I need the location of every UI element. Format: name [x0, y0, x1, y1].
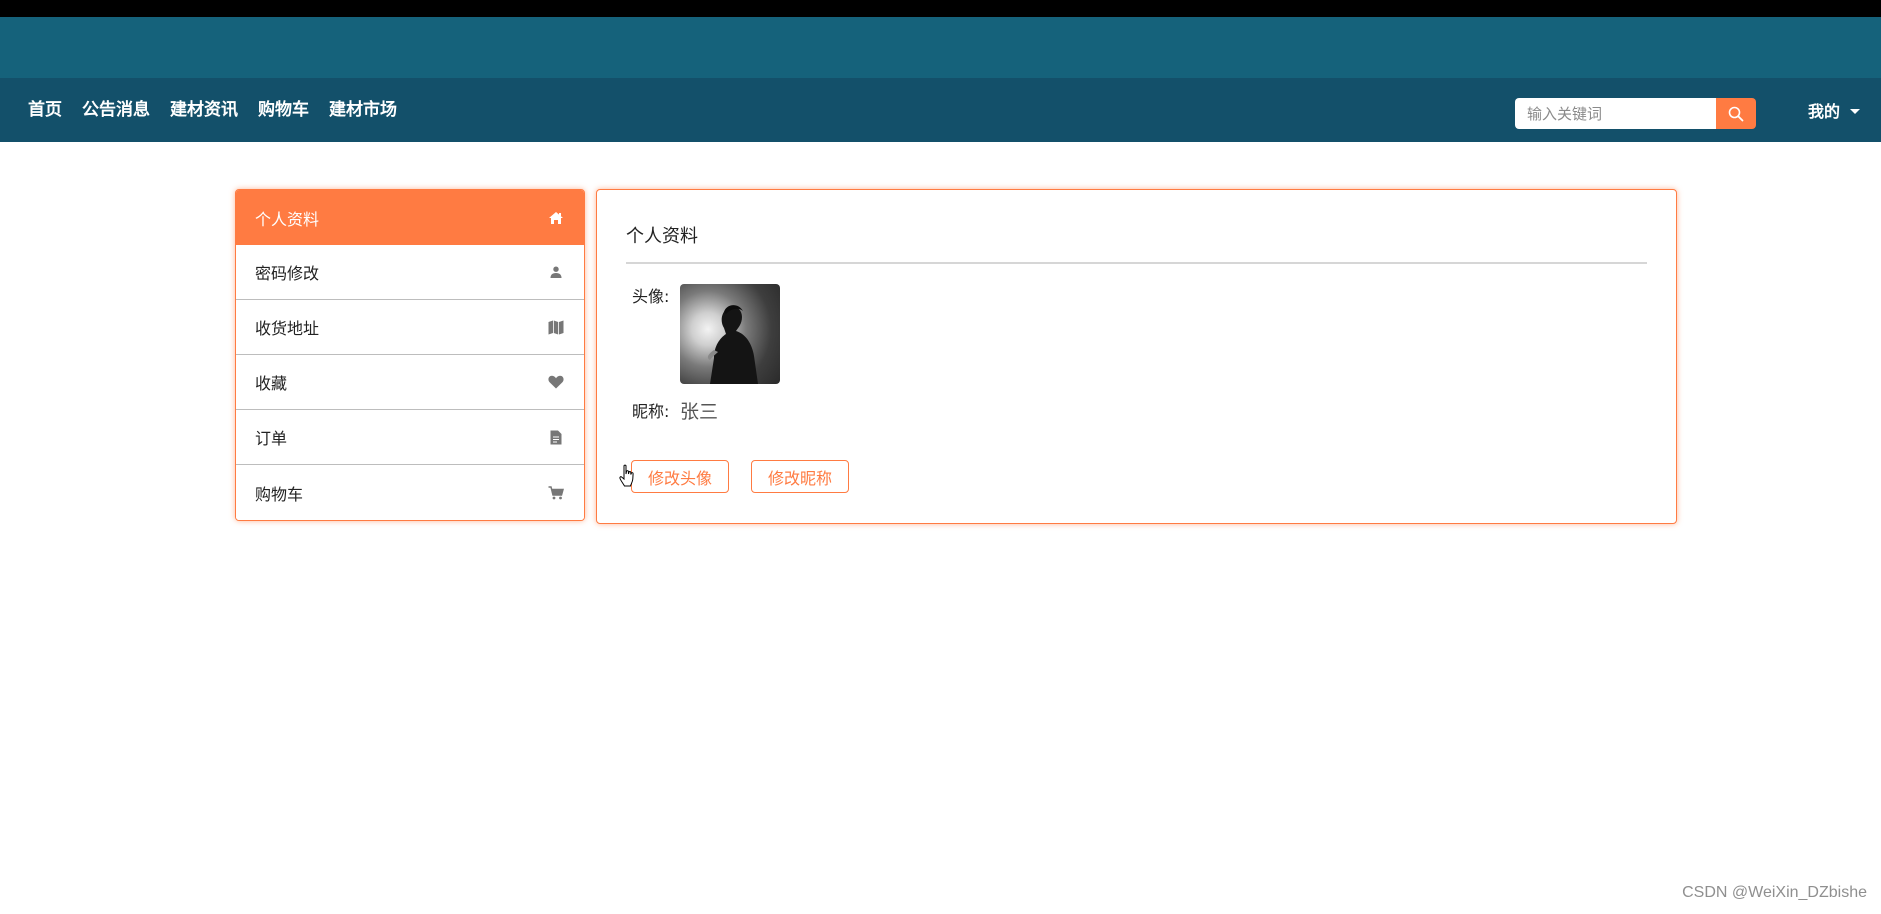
sidebar-item-label: 订单: [255, 429, 288, 448]
hand-cursor-icon: [619, 464, 637, 492]
nav-links: 首页 公告消息 建材资讯 购物车 建材市场: [18, 78, 407, 142]
change-avatar-button[interactable]: 修改头像: [631, 460, 730, 493]
sidebar-item-profile[interactable]: 个人资料: [236, 190, 584, 245]
cart-icon: [548, 485, 564, 501]
change-nickname-button[interactable]: 修改昵称: [751, 460, 850, 493]
sidebar-item-label: 购物车: [255, 484, 304, 504]
caret-down-icon: [1850, 108, 1861, 114]
sidebar-item-label: 收货地址: [255, 319, 320, 338]
map-icon: [548, 319, 564, 335]
divider: [626, 262, 1647, 264]
top-bar: [0, 0, 1881, 17]
my-account-menu[interactable]: 我的: [1808, 78, 1861, 142]
sidebar-item-orders[interactable]: 订单: [236, 410, 584, 465]
nav-link-cart[interactable]: 购物车: [248, 78, 319, 142]
search-box: [1515, 98, 1756, 129]
nav-link-home[interactable]: 首页: [18, 78, 72, 142]
profile-panel: 个人资料 头像: 昵称: 张三 修改头像 修改昵称: [596, 189, 1677, 524]
sidebar-item-favorites[interactable]: 收藏: [236, 355, 584, 410]
search-icon: [1728, 106, 1744, 121]
sidebar-menu: 个人资料 密码修改 收货地址 收藏 订单 购物车: [235, 189, 585, 521]
sidebar-item-label: 密码修改: [255, 264, 320, 283]
home-icon: [548, 210, 564, 226]
sidebar-item-password[interactable]: 密码修改: [236, 245, 584, 300]
header-banner: [0, 17, 1881, 78]
nickname-value: 张三: [680, 401, 719, 423]
nav-link-announcements[interactable]: 公告消息: [72, 78, 160, 142]
sidebar-item-label: 个人资料: [255, 209, 320, 229]
sidebar-item-label: 收藏: [255, 374, 288, 393]
my-account-label: 我的: [1808, 102, 1841, 121]
avatar: [680, 284, 780, 384]
heart-icon: [548, 374, 564, 390]
user-icon: [548, 264, 564, 280]
nav-link-market[interactable]: 建材市场: [319, 78, 407, 142]
search-input[interactable]: [1515, 98, 1716, 129]
navbar: 首页 公告消息 建材资讯 购物车 建材市场 我的: [0, 78, 1881, 142]
search-button[interactable]: [1716, 98, 1756, 129]
panel-title: 个人资料: [626, 226, 698, 247]
nav-link-material-news[interactable]: 建材资讯: [160, 78, 248, 142]
watermark: CSDN @WeiXin_DZbishe: [1682, 884, 1867, 901]
sidebar-item-cart[interactable]: 购物车: [236, 465, 584, 520]
sidebar-item-address[interactable]: 收货地址: [236, 300, 584, 355]
document-icon: [548, 429, 564, 445]
avatar-label: 头像:: [632, 287, 670, 306]
nickname-label: 昵称:: [632, 402, 670, 421]
